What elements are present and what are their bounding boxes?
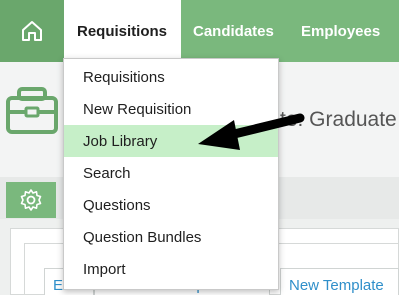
menu-item-search[interactable]: Search bbox=[64, 157, 278, 189]
menu-item-import[interactable]: Import bbox=[64, 253, 278, 285]
requisitions-dropdown-menu: Requisitions New Requisition Job Library… bbox=[63, 58, 279, 290]
menu-item-requisitions[interactable]: Requisitions bbox=[64, 61, 278, 93]
briefcase-icon bbox=[6, 87, 58, 134]
menu-item-questions[interactable]: Questions bbox=[64, 189, 278, 221]
gear-icon bbox=[20, 189, 42, 211]
settings-button[interactable] bbox=[6, 182, 56, 218]
tab-candidates[interactable]: Candidates bbox=[193, 0, 274, 62]
home-button[interactable] bbox=[0, 0, 64, 62]
menu-item-question-bundles[interactable]: Question Bundles bbox=[64, 221, 278, 253]
black-arrow-pointer-icon bbox=[198, 113, 305, 150]
tab-requisitions[interactable]: Requisitions bbox=[64, 0, 181, 62]
new-template-link[interactable]: New Template bbox=[280, 268, 399, 295]
home-icon bbox=[22, 21, 42, 41]
tab-employees[interactable]: Employees bbox=[301, 0, 380, 62]
